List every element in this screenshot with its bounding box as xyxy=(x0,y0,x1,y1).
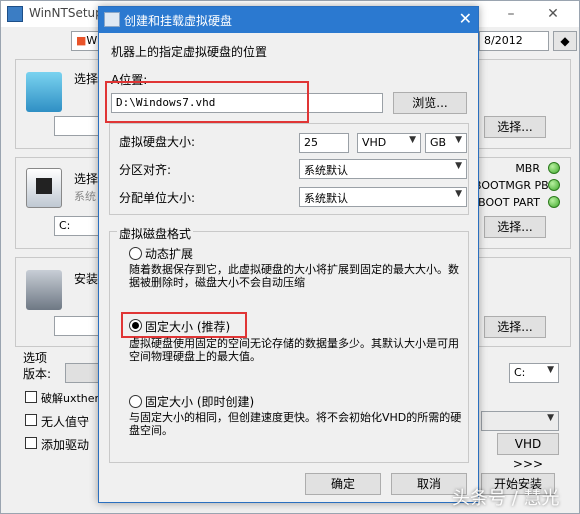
minimize-icon[interactable]: – xyxy=(499,5,523,23)
dynamic-desc: 随着数据保存到它，此虚拟硬盘的大小将扩展到固定的最大大小。数据被删除时，磁盘大小… xyxy=(129,263,459,289)
fixed-radio[interactable] xyxy=(129,319,142,332)
align-select[interactable]: 系统默认 ▼ xyxy=(299,159,467,179)
ok-button[interactable]: 确定 xyxy=(305,473,381,495)
alloc-select[interactable]: 系统默认 ▼ xyxy=(299,187,467,207)
location-highlight xyxy=(105,81,309,123)
source-label: 选择 xyxy=(74,72,99,86)
size-value: 25 xyxy=(304,136,318,149)
bootpart-status-label: BOOT PART xyxy=(478,196,540,209)
alloc-value: 系统默认 xyxy=(304,192,348,205)
vhd-type-select[interactable]: VHD ▼ xyxy=(357,133,421,153)
align-label: 分区对齐: xyxy=(119,163,172,177)
add-driver-checkbox[interactable] xyxy=(25,437,37,449)
drive-icon xyxy=(26,270,62,310)
options-label: 选项 xyxy=(23,351,48,365)
settings-icon[interactable]: ◆ xyxy=(553,31,577,51)
watermark: 头条号 / 慧光 xyxy=(452,488,560,509)
combo-text: W xyxy=(86,34,98,47)
fixed-instant-label: 固定大小 (即时创建) xyxy=(145,395,255,409)
version-label: 版本: xyxy=(23,367,52,381)
target-drive-text: C: xyxy=(514,366,526,379)
boot-label: 选择 xyxy=(74,172,99,186)
target-path-field[interactable] xyxy=(54,316,102,336)
fixed-instant-desc: 与固定大小的相同，但创建速度更快。将不会初始化VHD的所需的硬盘空间。 xyxy=(129,411,462,437)
uxtheme-checkbox[interactable] xyxy=(25,391,37,403)
target-select-button[interactable]: 选择... xyxy=(484,316,546,338)
dialog-titlebar: 创建和挂载虚拟硬盘 ✕ xyxy=(99,7,478,33)
fixed-instant-radio[interactable] xyxy=(129,395,142,408)
size-unit-value: GB xyxy=(430,136,447,149)
alloc-label: 分配单位大小: xyxy=(119,191,196,205)
dialog-header: 机器上的指定虚拟硬盘的位置 xyxy=(111,45,268,59)
size-unit-select[interactable]: GB ▼ xyxy=(425,133,467,153)
boot-sub: 系统 xyxy=(74,190,96,203)
app-icon xyxy=(7,6,23,22)
add-driver-label: 添加驱动 xyxy=(41,438,90,452)
source-select-button[interactable]: 选择... xyxy=(484,116,546,138)
format-group-label: 虚拟磁盘格式 xyxy=(117,225,194,242)
unattend-checkbox[interactable] xyxy=(25,414,37,426)
date-text: 8/2012 xyxy=(484,34,523,47)
boot-select-button[interactable]: 选择... xyxy=(484,216,546,238)
target-drive-select[interactable]: C: ▼ xyxy=(509,363,559,383)
version-select[interactable] xyxy=(65,363,101,383)
vhd-dialog: 创建和挂载虚拟硬盘 ✕ 机器上的指定虚拟硬盘的位置 A位置: D:\Window… xyxy=(98,6,479,503)
target-label: 安装 xyxy=(74,272,99,286)
source-path-field[interactable] xyxy=(54,116,102,136)
boot-drive-text: C: xyxy=(59,219,71,232)
vhd-type-value: VHD xyxy=(362,136,387,149)
fixed-label: 固定大小 (推荐) xyxy=(145,320,231,334)
mbr-status-dot xyxy=(548,162,560,174)
dialog-close-icon[interactable]: ✕ xyxy=(459,10,472,28)
vhd-button[interactable]: VHD >>> xyxy=(497,433,559,471)
dynamic-label: 动态扩展 xyxy=(145,247,194,261)
bootpart-status-dot xyxy=(548,196,560,208)
bootmgr-status-dot xyxy=(548,179,560,191)
disabled-select[interactable]: ▼ xyxy=(481,411,559,431)
date-field: 8/2012 xyxy=(479,31,549,51)
windows-logo-combo[interactable]: ■W xyxy=(71,31,101,51)
window-title: WinNTSetup xyxy=(29,6,103,20)
browse-button[interactable]: 浏览... xyxy=(393,92,467,114)
dialog-title: 创建和挂载虚拟硬盘 xyxy=(124,14,233,28)
dialog-disk-icon xyxy=(104,12,120,27)
floppy-save-icon xyxy=(26,168,62,208)
dynamic-radio[interactable] xyxy=(129,247,142,260)
fixed-desc: 虚拟硬盘使用固定的空间无论存储的数据量多少。其默认大小是可用空间物理硬盘上的最大… xyxy=(129,337,459,363)
mbr-status-label: MBR xyxy=(515,162,540,175)
bootmgr-status-label: BOOTMGR PBR xyxy=(474,179,557,192)
size-label: 虚拟硬盘大小: xyxy=(119,135,196,149)
align-value: 系统默认 xyxy=(304,164,348,177)
boot-drive-field[interactable]: C: xyxy=(54,216,102,236)
size-input[interactable]: 25 xyxy=(299,133,349,153)
install-disc-icon xyxy=(26,72,62,112)
close-icon[interactable]: ✕ xyxy=(541,5,565,23)
unattend-label: 无人值守 xyxy=(41,415,90,429)
